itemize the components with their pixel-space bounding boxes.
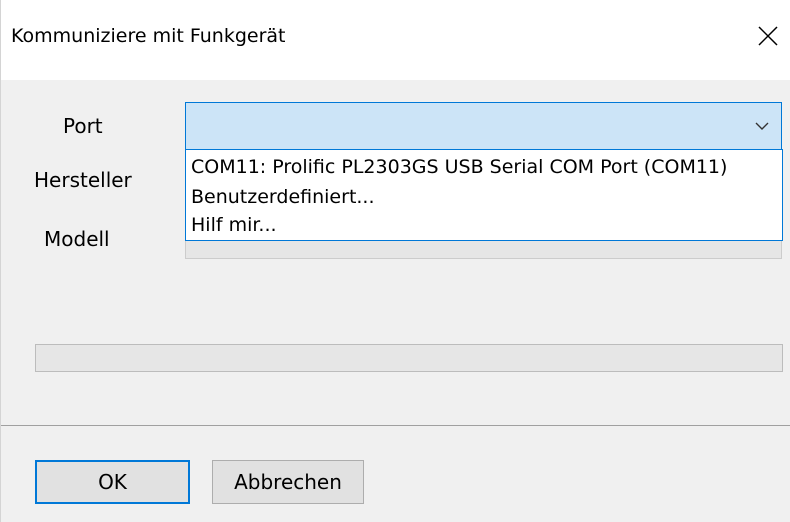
model-label: Modell	[44, 227, 110, 251]
title-bar: Kommuniziere mit Funkgerät	[1, 0, 790, 80]
window-title: Kommuniziere mit Funkgerät	[11, 25, 286, 47]
port-dropdown-list: COM11: Prolific PL2303GS USB Serial COM …	[185, 149, 783, 241]
ok-button[interactable]: OK	[35, 460, 190, 504]
cancel-button[interactable]: Abbrechen	[212, 460, 364, 504]
chevron-down-icon	[755, 122, 769, 130]
manufacturer-label: Hersteller	[34, 168, 132, 192]
dialog-window: Kommuniziere mit Funkgerät Port Herstell…	[0, 0, 790, 522]
close-icon	[758, 26, 778, 46]
port-combobox[interactable]	[185, 102, 782, 150]
dropdown-option-help[interactable]: Hilf mir...	[191, 214, 277, 236]
progress-bar	[35, 344, 783, 372]
port-label: Port	[63, 114, 103, 138]
dropdown-option-custom[interactable]: Benutzerdefiniert...	[191, 186, 375, 208]
separator	[1, 425, 790, 426]
dropdown-option-com11[interactable]: COM11: Prolific PL2303GS USB Serial COM …	[191, 156, 727, 178]
close-button[interactable]	[745, 12, 790, 60]
